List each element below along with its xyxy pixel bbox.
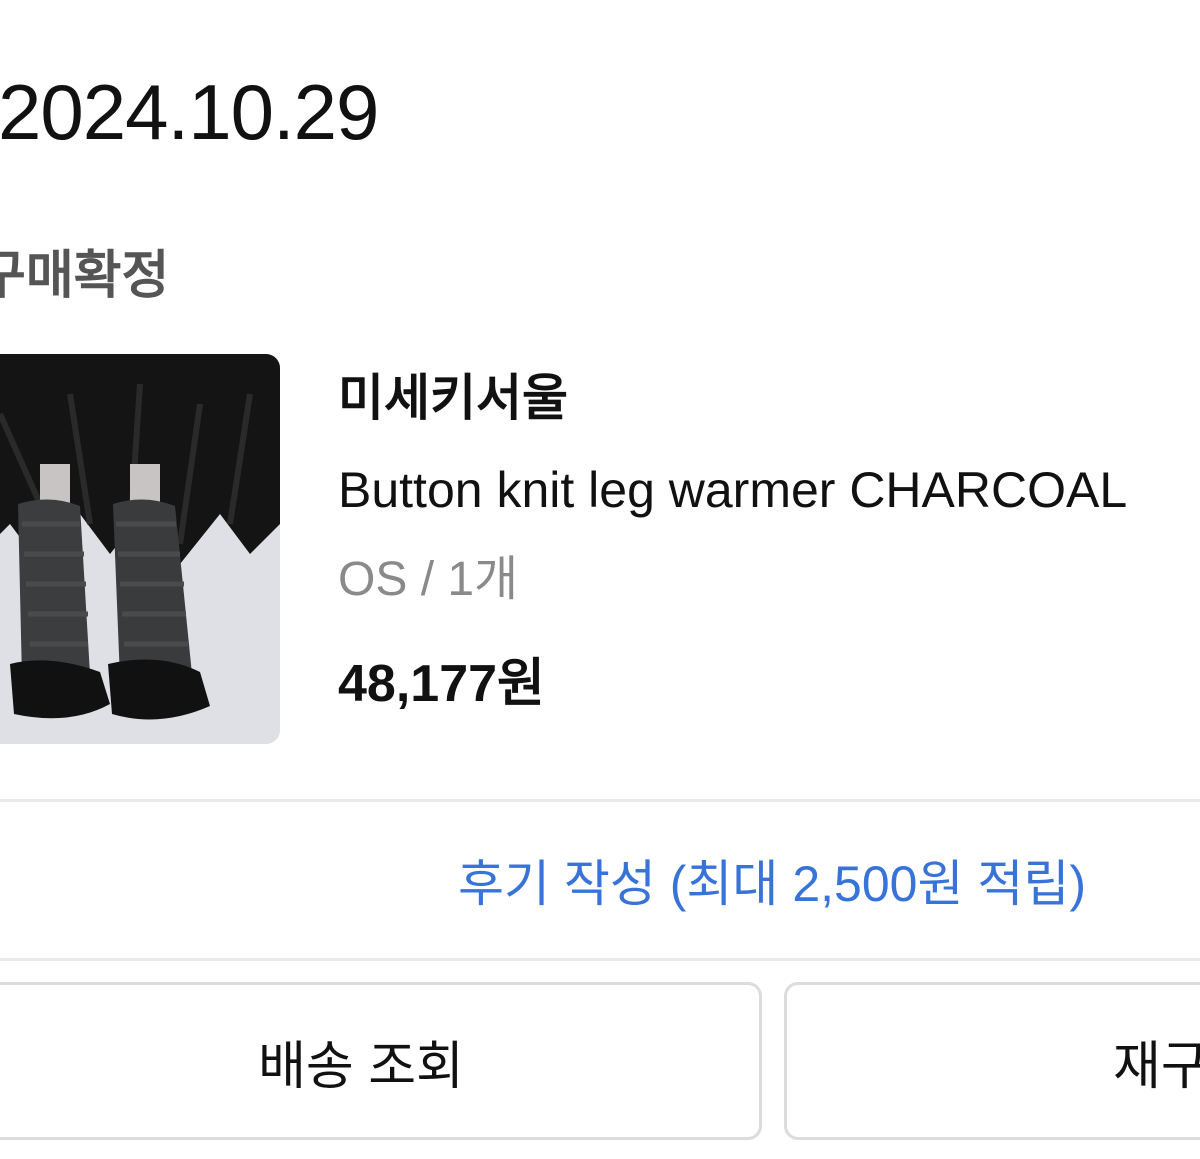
order-status: 구매확정 — [0, 247, 170, 305]
track-delivery-button[interactable]: 배송 조회 — [0, 982, 762, 1140]
brand-name[interactable]: 미세키서울 — [338, 366, 568, 430]
order-detail-page: 2024.10.29 구매확정 미세키서울 Button knit leg wa… — [0, 0, 1200, 1159]
product-price: 48,177원 — [338, 655, 545, 713]
leg-warmer-photo-icon — [0, 354, 280, 744]
product-thumbnail[interactable] — [0, 354, 280, 744]
reorder-button[interactable]: 재구매 — [784, 982, 1200, 1140]
write-review-link[interactable]: 후기 작성 (최대 2,500원 적립) — [0, 812, 1200, 948]
reorder-label: 재구매 — [1113, 1037, 1200, 1096]
divider-top — [0, 799, 1200, 802]
product-name[interactable]: Button knit leg warmer CHARCOAL — [338, 458, 1127, 522]
product-option: OS / 1개 — [338, 553, 519, 606]
track-delivery-label: 배송 조회 — [258, 1037, 464, 1096]
order-date: 2024.10.29 — [0, 68, 379, 156]
divider-bottom — [0, 958, 1200, 961]
